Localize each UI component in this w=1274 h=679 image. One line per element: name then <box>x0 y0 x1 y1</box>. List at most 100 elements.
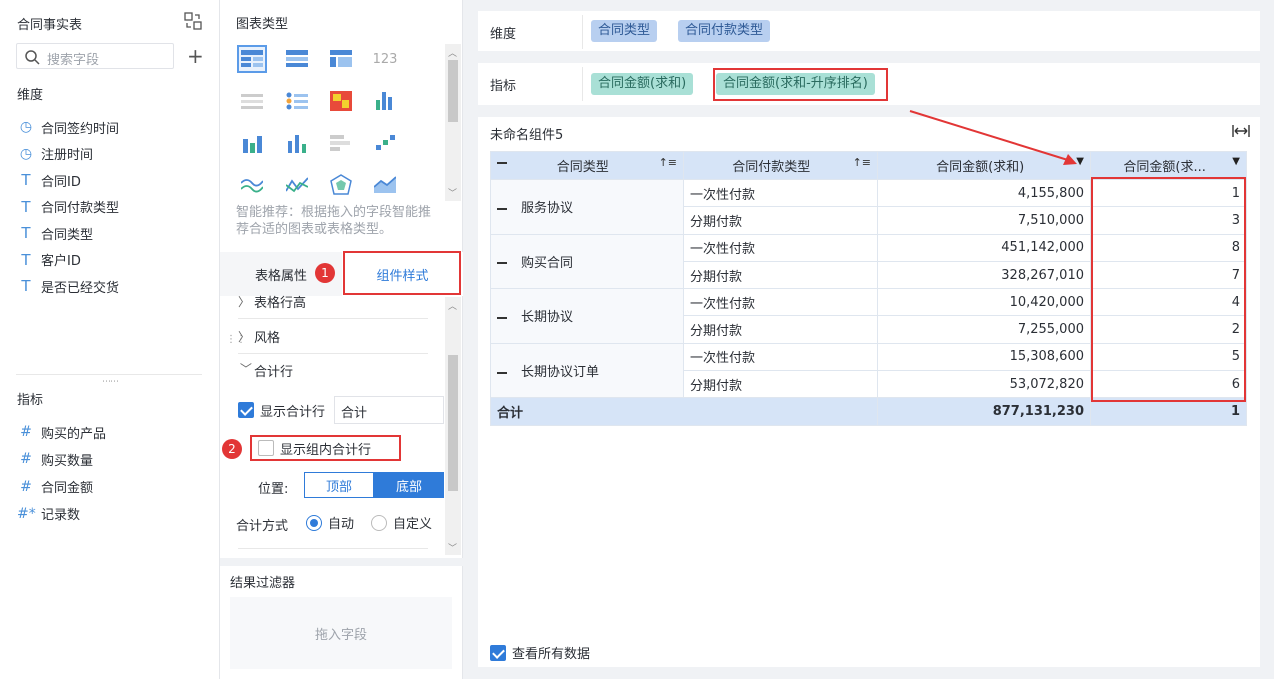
header-amount-rank[interactable]: 合同金额(求... ▼ <box>1090 151 1247 180</box>
amount-sum-cell: 10,420,000 <box>877 288 1091 317</box>
filter-drop-zone[interactable]: 拖入字段 <box>230 597 452 669</box>
sort-icon[interactable]: ↑≡ <box>853 156 871 169</box>
kpi-number-icon[interactable]: 123 <box>370 45 400 73</box>
metric-pill-amount-sum[interactable]: 合同金额(求和) <box>591 73 694 95</box>
card-list-icon[interactable] <box>282 87 312 115</box>
smart-hint-text: 智能推荐：根据拖入的字段智能推荐合适的图表或表格类型。 <box>236 205 432 237</box>
position-bottom-button[interactable]: 底部 <box>374 472 444 498</box>
view-all-data-row[interactable]: 查看所有数据 <box>490 643 590 662</box>
area-chart-icon[interactable] <box>370 171 400 199</box>
cross-table-icon[interactable] <box>326 45 356 73</box>
metric-field-item[interactable]: # 购买的产品 <box>17 422 106 442</box>
show-total-checkbox[interactable] <box>238 402 254 418</box>
row-height-section[interactable]: 〉表格行高 <box>238 293 307 310</box>
dimension-bar: 维度 合同类型 合同付款类型 <box>478 11 1260 51</box>
position-top-button[interactable]: 顶部 <box>304 472 374 498</box>
chevron-right-icon: 〉 <box>238 329 251 344</box>
dimension-field-item[interactable]: T 是否已经交货 <box>17 276 119 296</box>
dataset-title: 合同事实表 <box>17 18 83 33</box>
metric-field-item[interactable]: #* 记录数 <box>17 504 80 524</box>
collapse-icon[interactable] <box>497 262 507 265</box>
position-toggle: 顶部 底部 <box>304 472 444 498</box>
group-cell[interactable]: 购买合同 <box>490 233 684 290</box>
dimension-pill-payment-type[interactable]: 合同付款类型 <box>678 20 771 42</box>
total-method-auto[interactable]: 自动 <box>306 513 354 532</box>
switch-dataset-icon[interactable] <box>184 12 202 30</box>
dimension-field-item[interactable]: T 合同付款类型 <box>17 197 119 217</box>
total-row-section[interactable]: 〉合计行 <box>238 361 294 380</box>
detail-table-icon[interactable] <box>237 45 267 73</box>
custom-label: 自定义 <box>393 517 433 532</box>
heatmap-icon[interactable] <box>326 87 356 115</box>
clock-icon: ◷ <box>19 119 33 135</box>
total-sum-cell: 877,131,230 <box>877 397 1091 426</box>
chart-type-scrollbar[interactable]: ︿ ﹀ <box>445 44 461 201</box>
total-name-input[interactable]: 合计 <box>334 396 444 424</box>
bar-chart-icon[interactable] <box>237 129 267 157</box>
total-method-custom[interactable]: 自定义 <box>371 513 432 532</box>
dot-matrix-icon[interactable] <box>370 87 400 115</box>
header-contract-type[interactable]: 合同类型 ↑≡ <box>490 151 684 180</box>
metric-field-label: 合同金额 <box>41 481 94 497</box>
collapse-icon[interactable] <box>497 316 507 319</box>
resize-handle-icon[interactable]: ⋯⋯ <box>102 377 119 387</box>
dimension-pill-contract-type[interactable]: 合同类型 <box>591 20 658 42</box>
dimension-field-label: 合同签约时间 <box>41 121 120 137</box>
payment-type-cell: 分期付款 <box>683 260 878 290</box>
search-input[interactable]: 搜索字段 <box>16 43 174 69</box>
metric-field-item[interactable]: # 购买数量 <box>17 449 93 469</box>
custom-radio[interactable] <box>371 514 387 531</box>
amount-sum-cell: 4,155,800 <box>877 178 1091 208</box>
dimension-field-label: 合同付款类型 <box>41 201 120 216</box>
payment-type-cell: 一次性付款 <box>683 178 878 208</box>
radar-chart-icon[interactable] <box>326 171 356 199</box>
style-scrollbar[interactable]: ︿ ﹀ <box>445 297 461 555</box>
row-height-label: 表格行高 <box>254 295 307 310</box>
stacked-bar-icon[interactable] <box>326 129 356 157</box>
dimension-field-item[interactable]: ◷ 合同签约时间 <box>17 117 119 137</box>
view-all-label: 查看所有数据 <box>512 647 591 662</box>
chart-type-title: 图表类型 <box>236 17 289 32</box>
clock-icon: ◷ <box>19 145 33 162</box>
dropdown-triangle-icon[interactable]: ▼ <box>1232 156 1240 167</box>
dimension-field-item[interactable]: T 客户ID <box>17 250 80 270</box>
style-section[interactable]: 〉风格 <box>238 327 280 346</box>
expand-width-icon[interactable] <box>1232 124 1250 138</box>
scatter-icon[interactable] <box>370 129 400 157</box>
group-table-icon[interactable] <box>282 45 312 73</box>
group-cell[interactable]: 长期协议 <box>490 288 684 344</box>
config-panel: 图表类型 123 ︿ ﹀ 智能推荐：根据拖入的字段智能推荐合适的图表或表格类型。… <box>220 0 463 679</box>
header-payment-type[interactable]: 合同付款类型 ↑≡ <box>683 151 878 180</box>
payment-type-cell: 一次性付款 <box>683 233 878 262</box>
view-all-checkbox[interactable] <box>490 644 506 661</box>
group-cell[interactable]: 服务协议 <box>490 179 684 235</box>
collapse-all-icon[interactable] <box>497 162 507 164</box>
column-chart-icon[interactable] <box>282 129 312 157</box>
line-chart-icon[interactable] <box>237 171 267 199</box>
group-cell[interactable]: 长期协议订单 <box>490 342 684 399</box>
payment-type-cell: 分期付款 <box>683 370 878 399</box>
text-icon: T <box>21 224 31 242</box>
dimension-field-item[interactable]: T 合同类型 <box>17 223 93 243</box>
group-name: 购买合同 <box>521 255 574 271</box>
text-icon: T <box>21 197 31 216</box>
polyline-chart-icon[interactable] <box>282 171 312 199</box>
group-name: 长期协议订单 <box>521 365 600 381</box>
chevron-down-icon: 〉 <box>238 362 253 375</box>
amount-sum-cell: 451,142,000 <box>877 233 1091 262</box>
dimension-field-item[interactable]: ◷ 注册时间 <box>17 144 93 164</box>
add-field-icon[interactable]: + <box>187 46 204 66</box>
auto-radio[interactable] <box>306 514 322 531</box>
sort-icon[interactable]: ↑≡ <box>659 156 677 169</box>
metric-field-item[interactable]: # 合同金额 <box>17 477 93 497</box>
group-name: 服务协议 <box>521 201 574 217</box>
collapse-icon[interactable] <box>497 207 507 210</box>
payment-type-cell: 分期付款 <box>683 206 878 235</box>
dimension-field-label: 是否已经交货 <box>41 280 120 296</box>
step-badge-1: 1 <box>315 263 335 283</box>
text-grid-icon[interactable] <box>237 87 267 115</box>
collapse-icon[interactable] <box>497 371 507 374</box>
dimension-field-item[interactable]: T 合同ID <box>17 170 81 190</box>
dimension-field-label: 合同ID <box>41 174 81 190</box>
hash-star-icon: #* <box>17 505 36 522</box>
